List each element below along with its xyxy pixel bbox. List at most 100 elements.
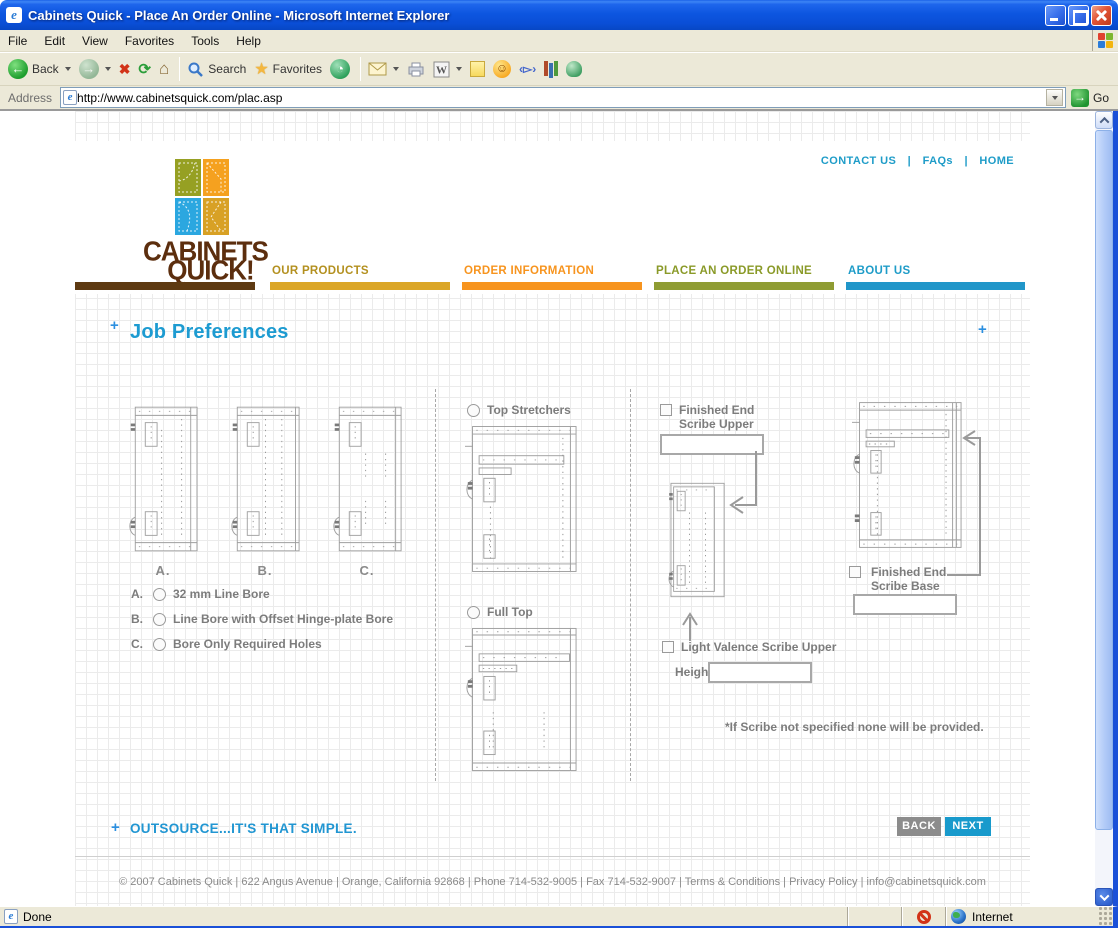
refresh-button[interactable]: ⟳ — [138, 60, 151, 78]
tab-place-an-order-online[interactable]: PLACE AN ORDER ONLINE — [654, 263, 834, 293]
menu-tools[interactable]: Tools — [191, 34, 219, 48]
discuss-button[interactable] — [470, 61, 486, 77]
messenger-button[interactable]: ☺ — [493, 60, 512, 78]
minimize-button[interactable] — [1045, 4, 1066, 26]
tab-about-us[interactable]: ABOUT US — [846, 263, 1025, 293]
research-books-icon — [544, 60, 559, 78]
vertical-scrollbar[interactable] — [1095, 111, 1113, 906]
mail-button[interactable] — [368, 62, 400, 76]
scroll-down-button[interactable] — [1095, 888, 1113, 906]
page-title: Job Preferences — [130, 321, 289, 343]
forward-icon: → — [78, 59, 99, 79]
logo-squares-icon — [175, 159, 229, 235]
menu-edit[interactable]: Edit — [44, 34, 65, 48]
window-title: Cabinets Quick - Place An Order Online -… — [28, 7, 450, 23]
bore-option-a: A. 32 mm Line Bore — [131, 587, 270, 601]
contact-us-link[interactable]: CONTACT US — [821, 155, 896, 167]
browser-window: e Cabinets Quick - Place An Order Online… — [0, 0, 1118, 928]
radio-top-stretchers[interactable] — [467, 403, 480, 417]
status-bar: e Done Internet — [0, 906, 1118, 928]
menu-file[interactable]: File — [8, 34, 27, 48]
page-content: CONTACT US | FAQs | HOME CABINETS QUICK!… — [75, 111, 1030, 906]
menu-view[interactable]: View — [82, 34, 108, 48]
radio-full-top[interactable] — [467, 605, 480, 619]
scribe-note: *If Scribe not specified none will be pr… — [725, 720, 984, 734]
radio-bore-only-required-holes[interactable] — [153, 637, 166, 651]
stop-button[interactable]: ✖ — [119, 61, 131, 78]
back-nav-button[interactable]: BACK — [897, 817, 941, 836]
checkbox-light-valence-scribe-upper[interactable] — [662, 641, 674, 653]
scribe-upper-cabinet-diagram — [663, 475, 725, 605]
radio-offset-hinge-plate-bore[interactable] — [153, 612, 166, 626]
scrollbar-thumb[interactable] — [1095, 130, 1113, 830]
radio-32mm-line-bore[interactable] — [153, 587, 166, 601]
standard-toolbar: ← Back → ✖ ⟳ ⌂ Search ★ Favorites ◔ W ☺ … — [0, 52, 1118, 86]
menu-bar: File Edit View Favorites Tools Help — [0, 30, 1118, 52]
sticky-note-icon — [470, 61, 486, 77]
scroll-up-button[interactable] — [1095, 111, 1113, 129]
cabinet-diagram-c — [332, 399, 402, 559]
forward-dropdown-icon[interactable] — [104, 67, 111, 71]
logo-underline-bar — [75, 282, 255, 290]
link-separator: | — [964, 155, 968, 167]
back-dropdown-icon[interactable] — [64, 67, 71, 71]
word-icon: W — [433, 61, 450, 77]
ie-logo-icon: e — [6, 7, 22, 23]
code-cursor-icon: ‹▻› — [519, 62, 537, 76]
diagram-label-a: A. — [155, 563, 171, 578]
stop-icon: ✖ — [118, 60, 131, 77]
close-button[interactable] — [1091, 4, 1112, 26]
light-valence-option: Light Valence Scribe Upper — [662, 640, 836, 654]
msn-button[interactable] — [566, 61, 583, 77]
bore-option-b: B. Line Bore with Offset Hinge-plate Bor… — [131, 612, 394, 626]
toolbar-separator — [360, 57, 362, 81]
select-element-button[interactable]: ‹▻› — [519, 62, 536, 76]
next-nav-button[interactable]: NEXT — [945, 817, 991, 836]
footer-text[interactable]: © 2007 Cabinets Quick | 622 Angus Avenue… — [75, 876, 1030, 888]
scribe-upper-up-arrow — [682, 611, 698, 643]
back-button[interactable]: ← Back — [8, 59, 71, 79]
address-bar: Address e → Go — [0, 86, 1118, 111]
favorites-button[interactable]: ★ Favorites — [254, 59, 322, 79]
msn-butterfly-icon — [566, 61, 583, 77]
home-button[interactable]: ⌂ — [159, 59, 169, 79]
bore-option-c: C. Bore Only Required Holes — [131, 637, 322, 651]
home-link[interactable]: HOME — [979, 155, 1014, 167]
maximize-button[interactable] — [1068, 4, 1089, 26]
tab-order-information[interactable]: ORDER INFORMATION — [462, 263, 642, 293]
cabinets-quick-logo[interactable]: CABINETS QUICK! — [143, 159, 278, 284]
document-icon: e — [4, 909, 18, 924]
tab-our-products[interactable]: OUR PRODUCTS — [270, 263, 450, 293]
edit-with-word-button[interactable]: W — [433, 61, 463, 78]
edit-dropdown-icon[interactable] — [456, 67, 463, 71]
mail-dropdown-icon[interactable] — [393, 67, 400, 71]
page-viewport: CONTACT US | FAQs | HOME CABINETS QUICK!… — [0, 111, 1118, 906]
forward-button[interactable]: → — [78, 59, 111, 79]
section-divider — [630, 389, 631, 781]
checkbox-finished-end-scribe-base[interactable] — [849, 566, 861, 578]
main-nav: OUR PRODUCTS ORDER INFORMATION PLACE AN … — [75, 263, 1030, 293]
go-button[interactable]: → Go — [1070, 88, 1115, 107]
finished-end-scribe-base-option: Finished End Scribe Base — [849, 565, 946, 593]
home-icon: ⌂ — [159, 59, 170, 78]
faqs-link[interactable]: FAQs — [923, 155, 953, 167]
research-button[interactable] — [544, 60, 559, 78]
scribe-base-input[interactable] — [853, 594, 957, 615]
address-field[interactable]: e — [60, 87, 1066, 108]
finished-end-scribe-upper-option: Finished End Scribe Upper — [660, 403, 754, 431]
address-input[interactable] — [77, 90, 1046, 105]
footer-divider — [75, 856, 1030, 857]
address-dropdown-button[interactable] — [1045, 89, 1063, 106]
checkbox-finished-end-scribe-upper[interactable] — [660, 404, 672, 416]
full-top-diagram — [465, 623, 577, 776]
menu-help[interactable]: Help — [236, 34, 261, 48]
height-input[interactable] — [708, 662, 812, 683]
print-button[interactable] — [407, 62, 425, 77]
top-stretchers-diagram — [465, 421, 577, 577]
title-bar: e Cabinets Quick - Place An Order Online… — [0, 0, 1118, 30]
go-arrow-icon: → — [1070, 88, 1089, 107]
history-button[interactable]: ◔ — [330, 59, 351, 79]
menu-favorites[interactable]: Favorites — [125, 34, 174, 48]
resize-grip[interactable] — [1099, 907, 1113, 926]
search-button[interactable]: Search — [187, 61, 246, 78]
